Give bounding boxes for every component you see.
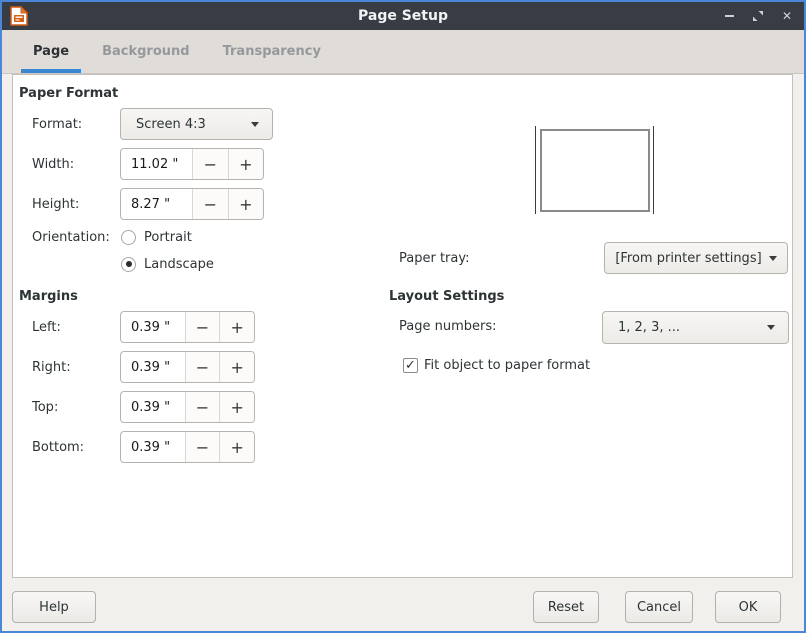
margin-top-decrement-button[interactable]: − [185,392,220,422]
margin-right-increment-button[interactable]: + [219,352,254,382]
cancel-button[interactable]: Cancel [625,591,693,623]
height-spinner: 8.27 " − + [120,188,264,220]
paper-format-heading: Paper Format [19,86,118,101]
margins-heading: Margins [19,289,78,304]
margin-top-spinner: 0.39 " − + [120,391,255,423]
height-increment-button[interactable]: + [228,189,263,219]
paper-tray-dropdown[interactable]: [From printer settings] [604,242,788,274]
reset-button[interactable]: Reset [533,591,599,623]
paper-tray-value: [From printer settings] [615,251,761,266]
radio-icon [121,230,136,245]
minimize-icon[interactable] [722,9,736,23]
paper-preview [540,129,650,212]
radio-selected-icon [121,257,136,272]
width-label: Width: [32,157,74,172]
width-increment-button[interactable]: + [228,149,263,179]
margin-left-label: Left: [32,320,61,335]
preview-margin-line-right [653,126,654,214]
height-value[interactable]: 8.27 " [121,189,192,219]
page-setup-dialog: Page Setup ✕ Page Background Transparenc… [0,0,806,633]
chevron-down-icon [769,256,777,261]
margin-bottom-decrement-button[interactable]: − [185,432,220,462]
width-value[interactable]: 11.02 " [121,149,192,179]
margin-right-decrement-button[interactable]: − [185,352,220,382]
paper-tray-label: Paper tray: [399,251,469,266]
margin-top-value[interactable]: 0.39 " [121,392,185,422]
preview-margin-line-left [535,126,536,214]
margin-bottom-value[interactable]: 0.39 " [121,432,185,462]
margin-top-increment-button[interactable]: + [219,392,254,422]
title-bar: Page Setup ✕ [2,2,804,30]
orientation-portrait-radio[interactable]: Portrait [121,228,192,246]
format-value: Screen 4:3 [136,117,206,132]
layout-settings-heading: Layout Settings [389,289,504,304]
orientation-label: Orientation: [32,230,110,245]
page-numbers-value: 1, 2, 3, ... [618,320,680,335]
window-title: Page Setup [2,2,804,30]
margin-left-increment-button[interactable]: + [219,312,254,342]
window-controls: ✕ [722,2,794,30]
fit-object-label: Fit object to paper format [424,358,590,373]
margin-bottom-increment-button[interactable]: + [219,432,254,462]
tab-transparency[interactable]: Transparency [211,30,333,73]
tab-page[interactable]: Page [21,30,81,73]
margin-right-value[interactable]: 0.39 " [121,352,185,382]
page-numbers-dropdown[interactable]: 1, 2, 3, ... [602,311,789,344]
chevron-down-icon [767,325,775,330]
tab-background[interactable]: Background [90,30,202,73]
width-decrement-button[interactable]: − [192,149,227,179]
margin-left-value[interactable]: 0.39 " [121,312,185,342]
landscape-label: Landscape [144,257,214,272]
margin-bottom-label: Bottom: [32,440,84,455]
help-button[interactable]: Help [12,591,96,623]
checkbox-checked-icon: ✓ [403,358,418,373]
ok-button[interactable]: OK [715,591,781,623]
height-decrement-button[interactable]: − [192,189,227,219]
portrait-label: Portrait [144,230,192,245]
chevron-down-icon [251,122,259,127]
margin-left-decrement-button[interactable]: − [185,312,220,342]
width-spinner: 11.02 " − + [120,148,264,180]
tab-strip: Page Background Transparency [2,30,804,74]
margin-right-spinner: 0.39 " − + [120,351,255,383]
margin-bottom-spinner: 0.39 " − + [120,431,255,463]
fit-object-checkbox[interactable]: ✓ Fit object to paper format [403,357,590,373]
close-icon[interactable]: ✕ [780,9,794,23]
margin-top-label: Top: [32,400,58,415]
margin-left-spinner: 0.39 " − + [120,311,255,343]
margin-right-label: Right: [32,360,71,375]
format-dropdown[interactable]: Screen 4:3 [120,108,273,140]
height-label: Height: [32,197,79,212]
page-numbers-label: Page numbers: [399,319,497,334]
restore-icon[interactable] [751,9,765,23]
orientation-landscape-radio[interactable]: Landscape [121,255,214,273]
format-label: Format: [32,117,82,132]
